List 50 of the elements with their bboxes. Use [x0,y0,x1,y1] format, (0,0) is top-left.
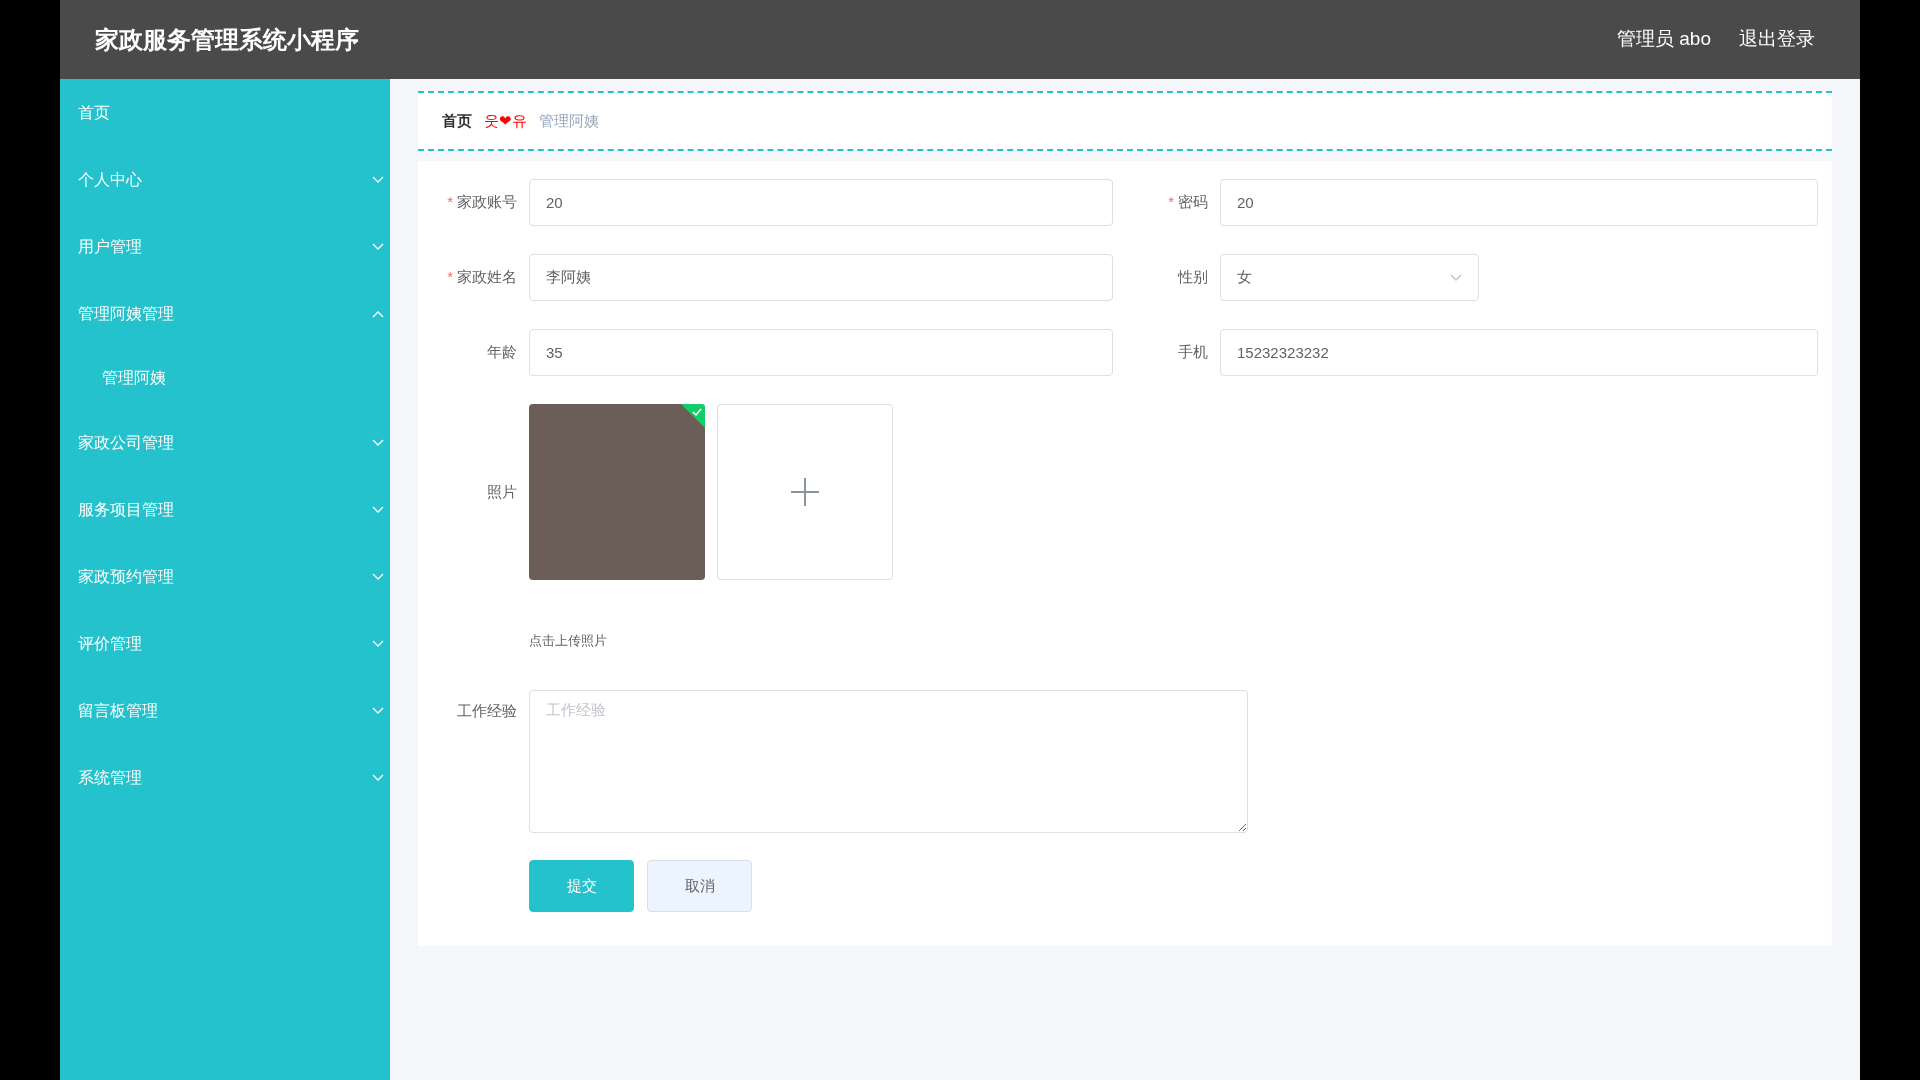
field-label: 性别 [1178,267,1208,288]
chevron-down-icon [372,438,384,447]
sidebar-item[interactable]: 服务项目管理 [60,476,390,543]
sidebar-item[interactable]: 系统管理 [60,744,390,811]
user-label: 管理员 abo [1617,27,1711,52]
sidebar-item[interactable]: 个人中心 [60,146,390,213]
breadcrumb-home[interactable]: 首页 [442,109,472,133]
field-label: 工作经验 [457,701,517,721]
field-label: 照片 [487,481,517,502]
chevron-up-icon [372,309,384,318]
required-asterisk: * [447,267,453,288]
chevron-down-icon [372,175,384,184]
upload-box[interactable] [717,404,893,580]
required-asterisk: * [447,192,453,213]
chevron-down-icon [372,706,384,715]
text-field[interactable]: 李阿姨 [529,254,1113,301]
cancel-button[interactable]: 取消 [647,860,752,912]
sidebar-item[interactable]: 用户管理 [60,213,390,280]
breadcrumb-current: 管理阿姨 [539,110,599,131]
field-label: 密码 [1178,192,1208,213]
chevron-down-icon [372,572,384,581]
text-field[interactable]: 35 [529,329,1113,376]
gender-select[interactable]: 女 [1220,254,1479,301]
field-label: 家政姓名 [457,267,517,288]
app-title: 家政服务管理系统小程序 [95,24,359,55]
sidebar-item[interactable]: 评价管理 [60,610,390,677]
sidebar-item[interactable]: 家政预约管理 [60,543,390,610]
logout-link[interactable]: 退出登录 [1739,25,1815,54]
chevron-down-icon [372,639,384,648]
chevron-down-icon [1450,273,1462,282]
sidebar-item[interactable]: 留言板管理 [60,677,390,744]
text-field[interactable]: 15232323232 [1220,329,1818,376]
chevron-down-icon [372,242,384,251]
upload-hint: 点击上传照片 [529,633,607,648]
plus-icon [791,478,819,506]
field-label: 家政账号 [457,192,517,213]
chevron-down-icon [372,505,384,514]
experience-textarea[interactable]: 工作经验 [529,690,1248,833]
sidebar-item[interactable]: 管理阿姨管理 [60,280,390,347]
field-label: 手机 [1178,342,1208,363]
chevron-down-icon [372,773,384,782]
sidebar-item[interactable]: 首页 [60,79,390,146]
field-label: 年龄 [487,342,517,363]
text-field[interactable]: 20 [529,179,1113,226]
submit-button[interactable]: 提交 [529,860,634,912]
text-field[interactable]: 20 [1220,179,1818,226]
required-asterisk: * [1168,192,1174,213]
sidebar-subitem[interactable]: 管理阿姨 [60,347,390,409]
breadcrumb-separator: 웃❤유 [484,110,527,131]
sidebar-item[interactable]: 家政公司管理 [60,409,390,476]
